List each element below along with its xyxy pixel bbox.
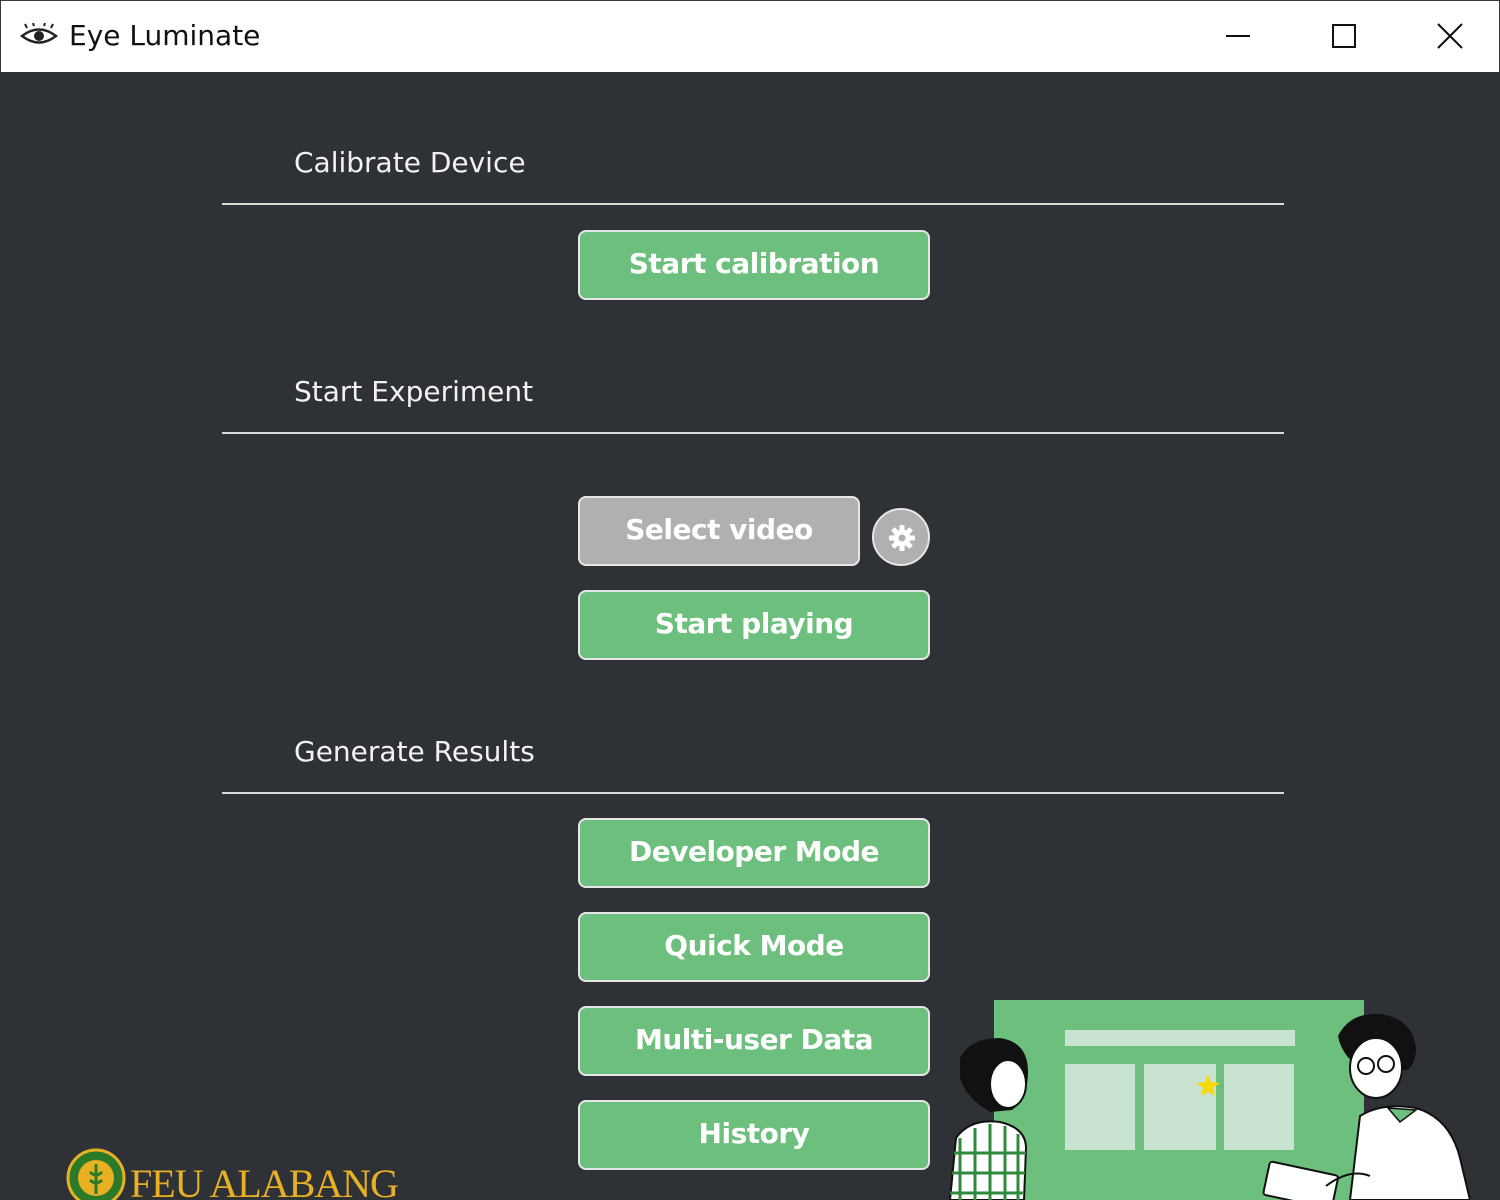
section-title-calibrate: Calibrate Device bbox=[294, 146, 526, 179]
close-icon bbox=[1437, 23, 1463, 49]
maximize-button[interactable] bbox=[1291, 1, 1397, 73]
people-presentation-illustration bbox=[930, 998, 1500, 1200]
seal-icon bbox=[66, 1148, 126, 1200]
section-title-experiment: Start Experiment bbox=[294, 375, 534, 408]
maximize-icon bbox=[1332, 24, 1356, 48]
title-bar: Eye Luminate bbox=[0, 0, 1500, 72]
gear-icon bbox=[889, 525, 915, 551]
start-playing-button[interactable]: Start playing bbox=[578, 590, 930, 660]
multi-user-data-button[interactable]: Multi-user Data bbox=[578, 1006, 930, 1076]
developer-mode-button[interactable]: Developer Mode bbox=[578, 818, 930, 888]
start-calibration-button[interactable]: Start calibration bbox=[578, 230, 930, 300]
window-title: Eye Luminate bbox=[69, 19, 261, 52]
quick-mode-button[interactable]: Quick Mode bbox=[578, 912, 930, 982]
feu-alabang-logo: FEU ALABANG bbox=[64, 1146, 424, 1200]
select-video-button[interactable]: Select video bbox=[578, 496, 860, 566]
divider bbox=[222, 203, 1284, 205]
logo-text: FEU ALABANG bbox=[130, 1161, 399, 1200]
divider bbox=[222, 792, 1284, 794]
eye-icon bbox=[19, 22, 59, 49]
divider bbox=[222, 432, 1284, 434]
settings-button[interactable] bbox=[872, 508, 930, 566]
close-button[interactable] bbox=[1397, 1, 1500, 73]
section-title-results: Generate Results bbox=[294, 735, 535, 768]
minimize-icon bbox=[1226, 35, 1250, 37]
history-button[interactable]: History bbox=[578, 1100, 930, 1170]
minimize-button[interactable] bbox=[1185, 1, 1291, 73]
